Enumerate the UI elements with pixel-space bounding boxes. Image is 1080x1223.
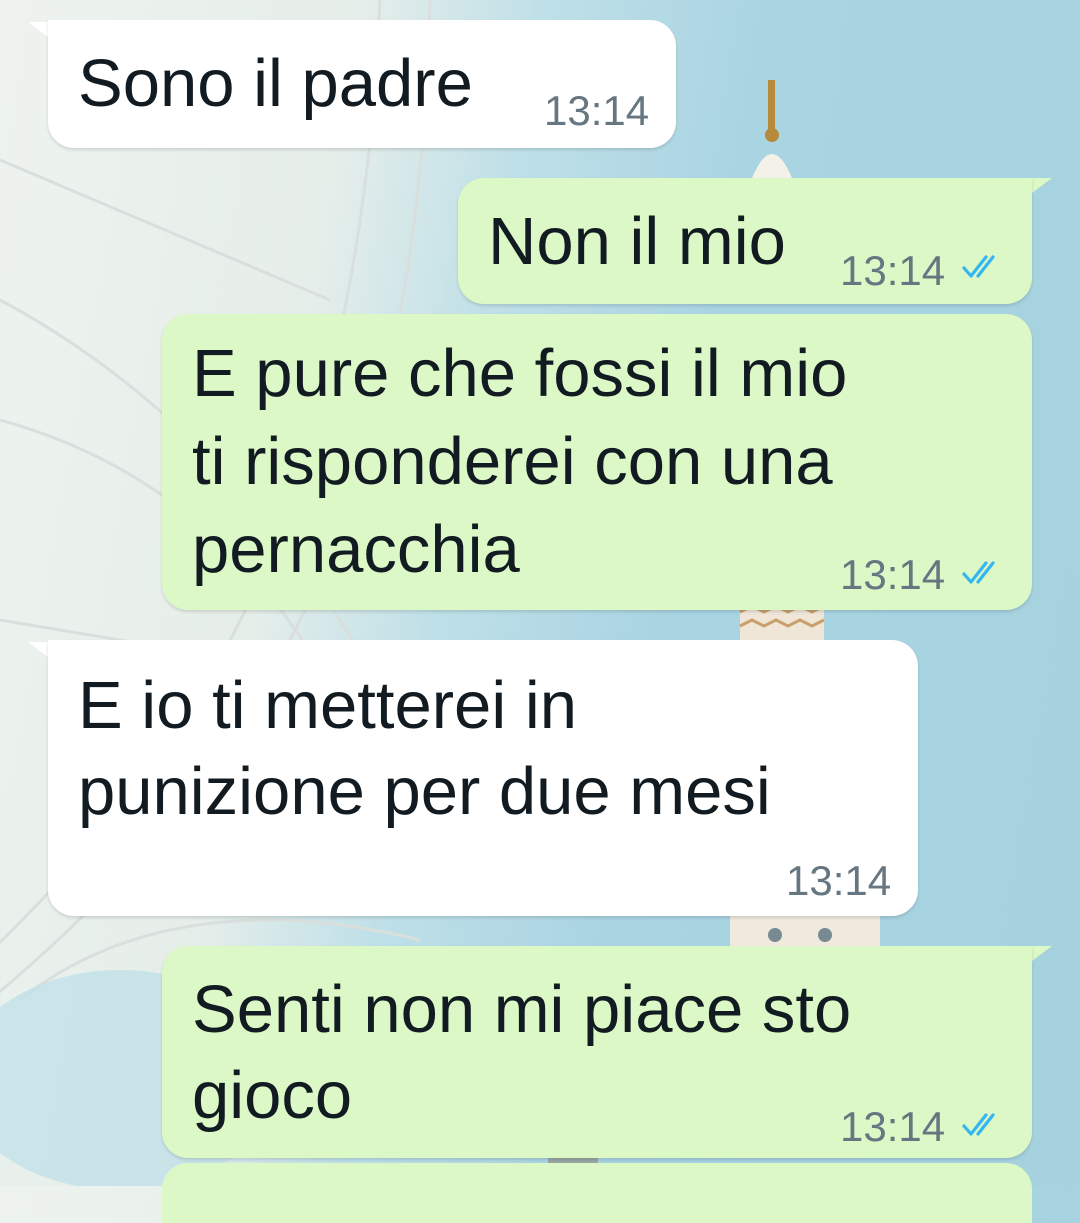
message-text: Sono il padre: [78, 46, 473, 121]
double-check-icon: [962, 561, 995, 584]
message-text-line: pernacchia: [192, 512, 520, 587]
message-timestamp: 13:14: [786, 857, 892, 904]
message-text: Non il mio: [488, 204, 786, 279]
message-timestamp: 13:14: [840, 551, 946, 598]
message-timestamp: 13:14: [840, 247, 946, 294]
message-text-line: ti risponderei con una: [192, 424, 833, 499]
message-text-line: punizione per due mesi: [78, 754, 771, 829]
message-bubble-outgoing-partial[interactable]: [162, 1163, 1032, 1223]
message-bubble-incoming[interactable]: Sono il padre 13:14: [48, 20, 676, 148]
message-text-line: gioco: [192, 1058, 353, 1133]
message-bubble-outgoing[interactable]: Senti non mi piace sto gioco 13:14: [162, 946, 1032, 1158]
message-timestamp: 13:14: [840, 1103, 946, 1150]
message-text-line: E io ti metterei in: [78, 668, 577, 743]
double-check-icon: [962, 1113, 995, 1136]
message-bubble-outgoing[interactable]: E pure che fossi il mio ti risponderei c…: [162, 314, 1032, 610]
message-timestamp: 13:14: [544, 87, 650, 134]
message-bubble-incoming[interactable]: E io ti metterei in punizione per due me…: [48, 640, 918, 916]
message-bubble-outgoing[interactable]: Non il mio 13:14: [458, 178, 1032, 304]
message-text-line: E pure che fossi il mio: [192, 336, 848, 411]
double-check-icon: [962, 255, 995, 278]
message-text-line: Senti non mi piace sto: [192, 972, 852, 1047]
